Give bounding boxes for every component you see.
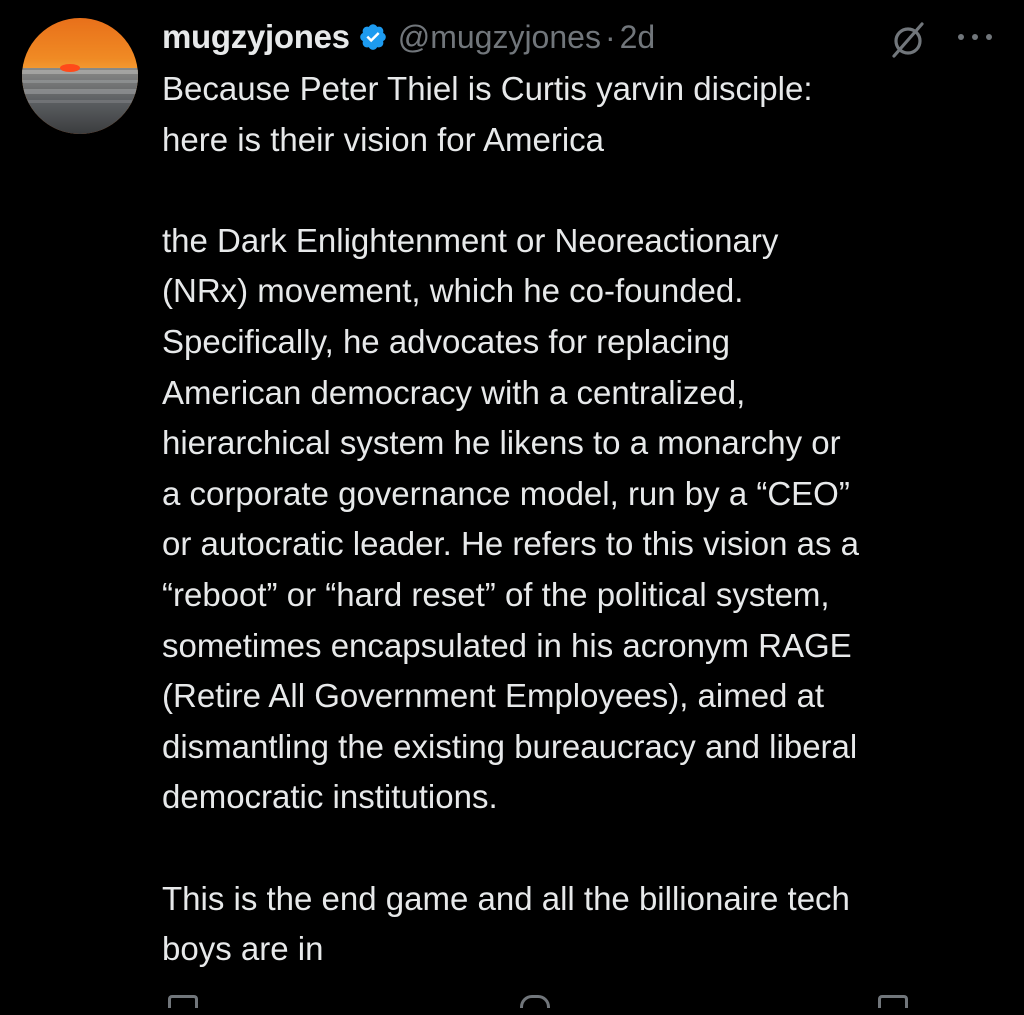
text-line: or autocratic leader. He refers to this … <box>162 525 859 563</box>
text-line: Because Peter Thiel is Curtis yarvin dis… <box>162 70 813 107</box>
sunset-avatar-icon <box>22 18 138 134</box>
tweet-paragraph-intro: Because Peter Thiel is Curtis yarvin dis… <box>162 64 1012 165</box>
tweet-text: Because Peter Thiel is Curtis yarvin dis… <box>162 64 1012 975</box>
verified-badge-icon[interactable] <box>358 22 388 52</box>
text-line: This is the end game and all the billion… <box>162 879 850 917</box>
action-bar <box>160 995 920 1015</box>
more-options-icon[interactable] <box>955 30 995 44</box>
text-line: American democracy with a centralized, <box>162 373 746 411</box>
user-handle[interactable]: @mugzyjones <box>398 19 601 56</box>
separator-dot: · <box>604 18 616 55</box>
text-line: dismantling the existing bureaucracy and… <box>162 727 858 765</box>
avatar[interactable] <box>22 18 138 134</box>
timestamp[interactable]: 2d <box>620 19 656 56</box>
text-line: “reboot” or “hard reset” of the politica… <box>162 575 830 613</box>
text-line: here is their vision for America <box>162 120 605 158</box>
text-line: (NRx) movement, which he co-founded. <box>162 272 744 310</box>
text-line: democratic institutions. <box>162 778 498 816</box>
text-line: boys are in <box>162 930 324 968</box>
text-line: (Retire All Government Employees), aimed… <box>162 677 825 715</box>
text-line: the Dark Enlightenment or Neoreactionary <box>162 221 779 259</box>
text-line: a corporate governance model, run by a “… <box>162 474 850 512</box>
text-line: hierarchical system he likens to a monar… <box>162 424 841 462</box>
reply-icon[interactable] <box>168 995 198 1008</box>
display-name[interactable]: mugzyjones <box>162 18 350 56</box>
text-line: Specifically, he advocates for replacing <box>162 322 731 360</box>
text-line: sometimes encapsulated in his acronym RA… <box>162 626 852 664</box>
tweet-header: mugzyjones @mugzyjones · 2d <box>162 14 655 60</box>
like-icon[interactable] <box>520 995 550 1008</box>
tweet-paragraph-closing: This is the end game and all the billion… <box>162 874 1012 975</box>
grok-icon[interactable] <box>888 20 928 60</box>
tweet-paragraph-body: the Dark Enlightenment or Neoreactionary… <box>162 216 1012 823</box>
bookmark-icon[interactable] <box>878 995 908 1008</box>
tweet: mugzyjones @mugzyjones · 2d Because Pete… <box>0 0 1024 1008</box>
